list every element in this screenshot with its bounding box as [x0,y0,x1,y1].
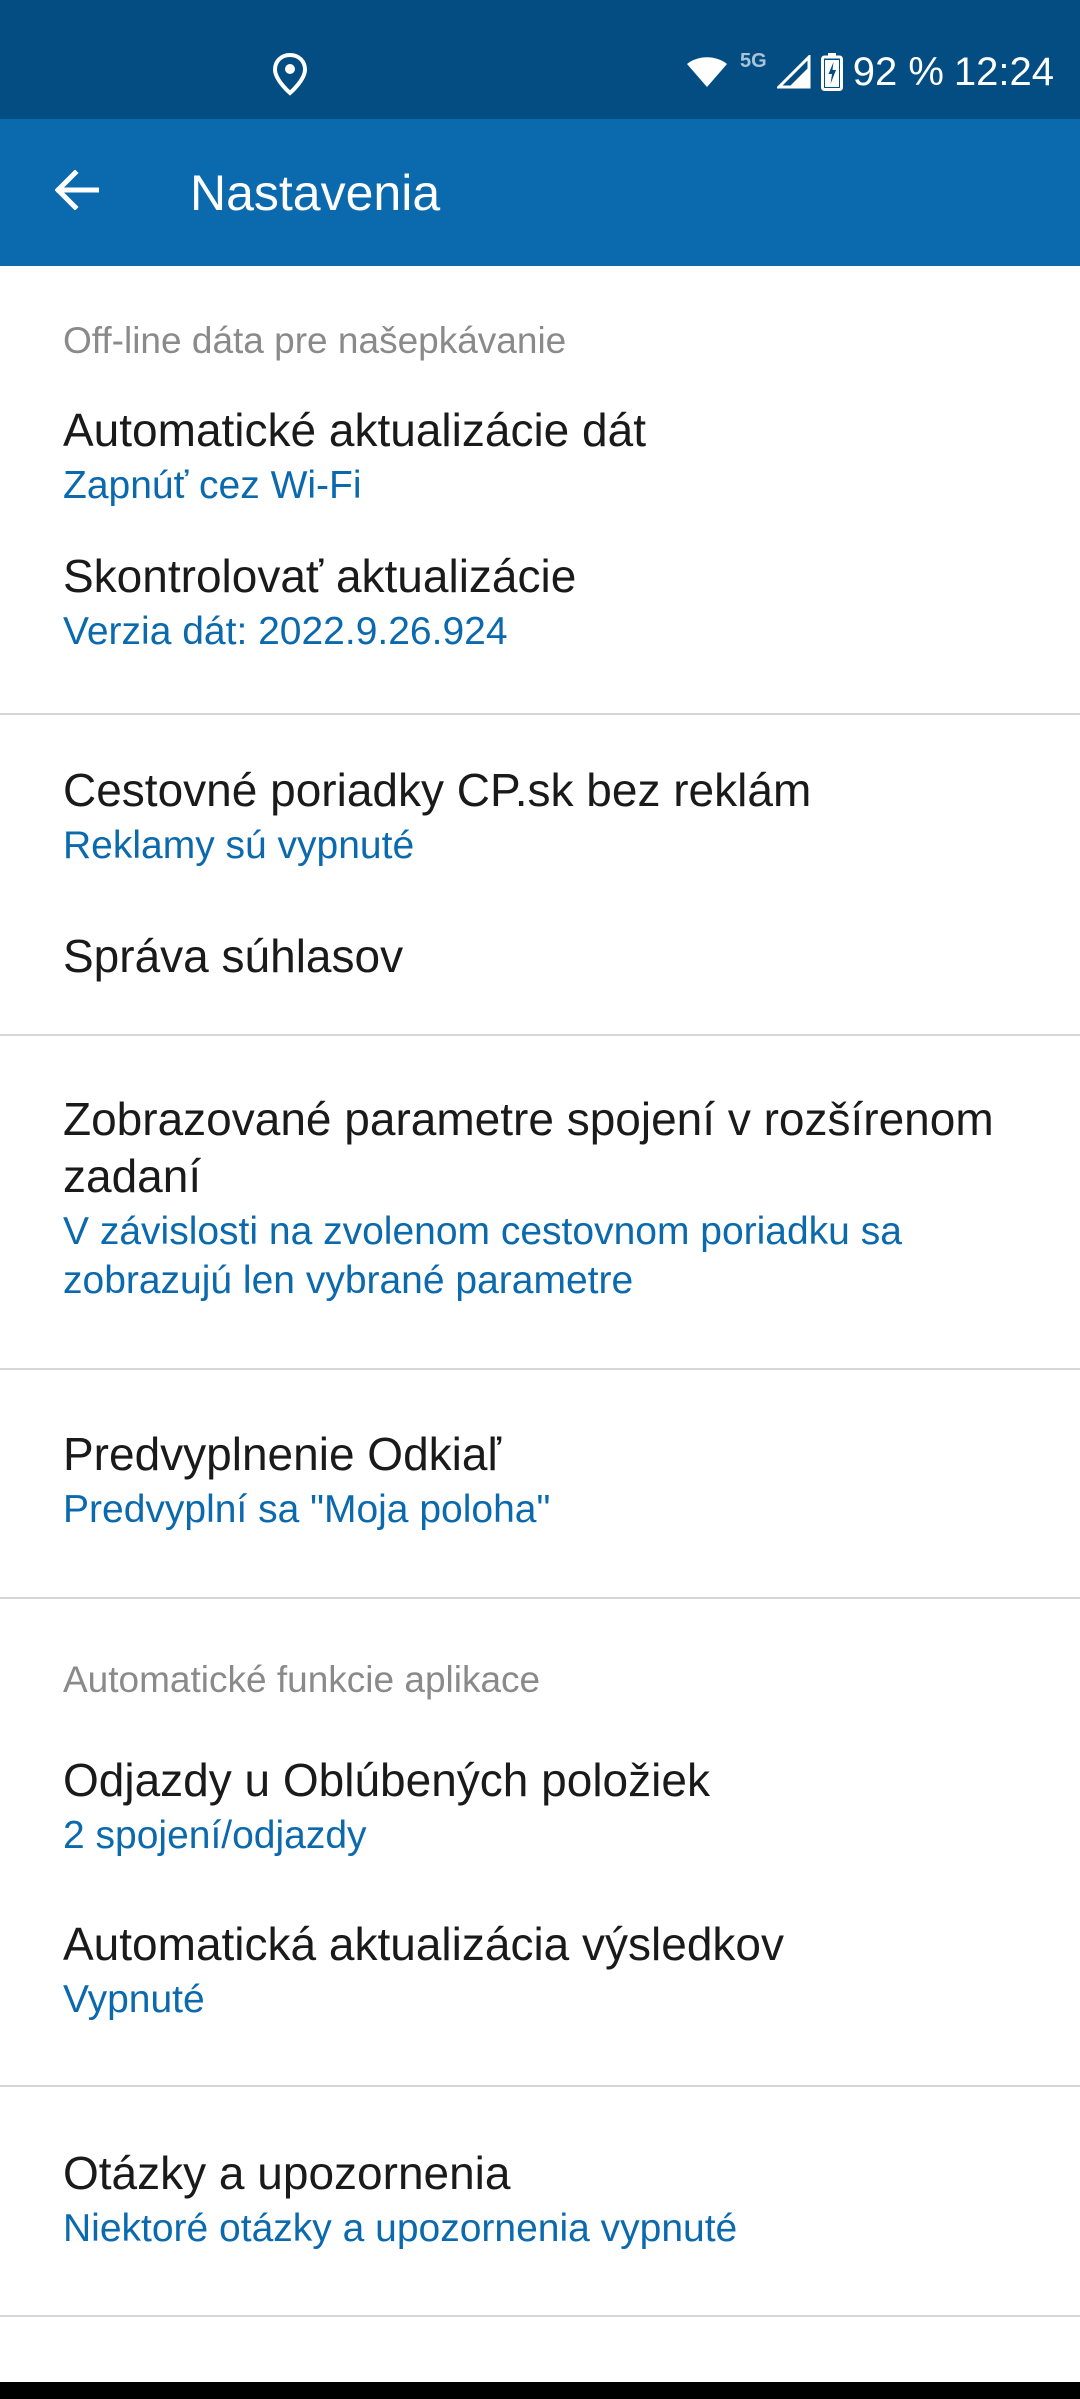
setting-summary: Niektoré otázky a upozornenia vypnuté [63,2207,738,2250]
setting-summary: Zapnúť cez Wi-Fi [63,464,362,507]
setting-favorites-departures[interactable]: Odjazdy u Oblúbených položiek 2 spojení/… [63,1752,1040,1860]
setting-summary: Vypnuté [63,1978,205,2021]
network-type: 5G [740,49,767,72]
setting-questions-warnings[interactable]: Otázky a upozornenia Niektoré otázky a u… [63,2145,1040,2253]
navigation-bar [0,2382,1080,2399]
divider [0,2315,1080,2317]
setting-title: Zobrazované parametre spojení v rozšíren… [63,1093,994,1202]
divider [0,1368,1080,1370]
wifi-icon [686,56,728,88]
setting-title: Správa súhlasov [63,930,404,982]
setting-title: Cestovné poriadky CP.sk bez reklám [63,764,812,816]
setting-summary: V závislosti na zvolenom cestovnom poria… [63,1210,902,1302]
status-bar: 5G 92 % 12:24 [0,0,1080,119]
setting-auto-results-update[interactable]: Automatická aktualizácia výsledkov Vypnu… [63,1916,1040,2024]
setting-prefill-from[interactable]: Predvyplnenie Odkiaľ Predvyplní sa "Moja… [63,1426,1040,1534]
setting-check-updates[interactable]: Skontrolovať aktualizácie Verzia dát: 20… [63,548,1040,656]
setting-title: Automatické aktualizácie dát [63,404,646,456]
divider [0,713,1080,715]
back-button[interactable] [44,159,110,225]
divider [0,1034,1080,1036]
section-header-auto-functions: Automatické funkcie aplikace [63,1659,541,1700]
setting-summary: 2 spojení/odjazdy [63,1814,367,1857]
clock: 12:24 [953,49,1054,94]
setting-auto-update[interactable]: Automatické aktualizácie dát Zapnúť cez … [63,402,1040,510]
setting-title: Automatická aktualizácia výsledkov [63,1918,784,1970]
setting-title: Predvyplnenie Odkiaľ [63,1428,501,1480]
battery-level: 92 % [852,49,944,94]
setting-consent-management[interactable]: Správa súhlasov [63,928,1040,985]
setting-title: Otázky a upozornenia [63,2147,511,2199]
setting-title: Skontrolovať aktualizácie [63,550,577,602]
setting-connection-params[interactable]: Zobrazované parametre spojení v rozšíren… [63,1091,1040,1305]
divider [0,2085,1080,2087]
arrow-back-icon [54,168,100,215]
status-indicators: 5G 92 % 12:24 [686,42,1054,102]
setting-summary: Verzia dát: 2022.9.26.924 [63,610,508,653]
setting-title: Odjazdy u Oblúbených položiek [63,1754,710,1806]
setting-summary: Reklamy sú vypnuté [63,824,415,867]
location-icon [270,52,310,96]
divider [0,1597,1080,1599]
setting-no-ads[interactable]: Cestovné poriadky CP.sk bez reklám Rekla… [63,762,1040,870]
section-header-offline-data: Off-line dáta pre našepkávanie [63,320,567,361]
app-bar: Nastavenia [0,119,1080,266]
battery-icon [820,53,843,91]
setting-summary: Predvyplní sa "Moja poloha" [63,1488,551,1531]
signal-icon [776,55,811,89]
page-title: Nastavenia [190,165,441,221]
